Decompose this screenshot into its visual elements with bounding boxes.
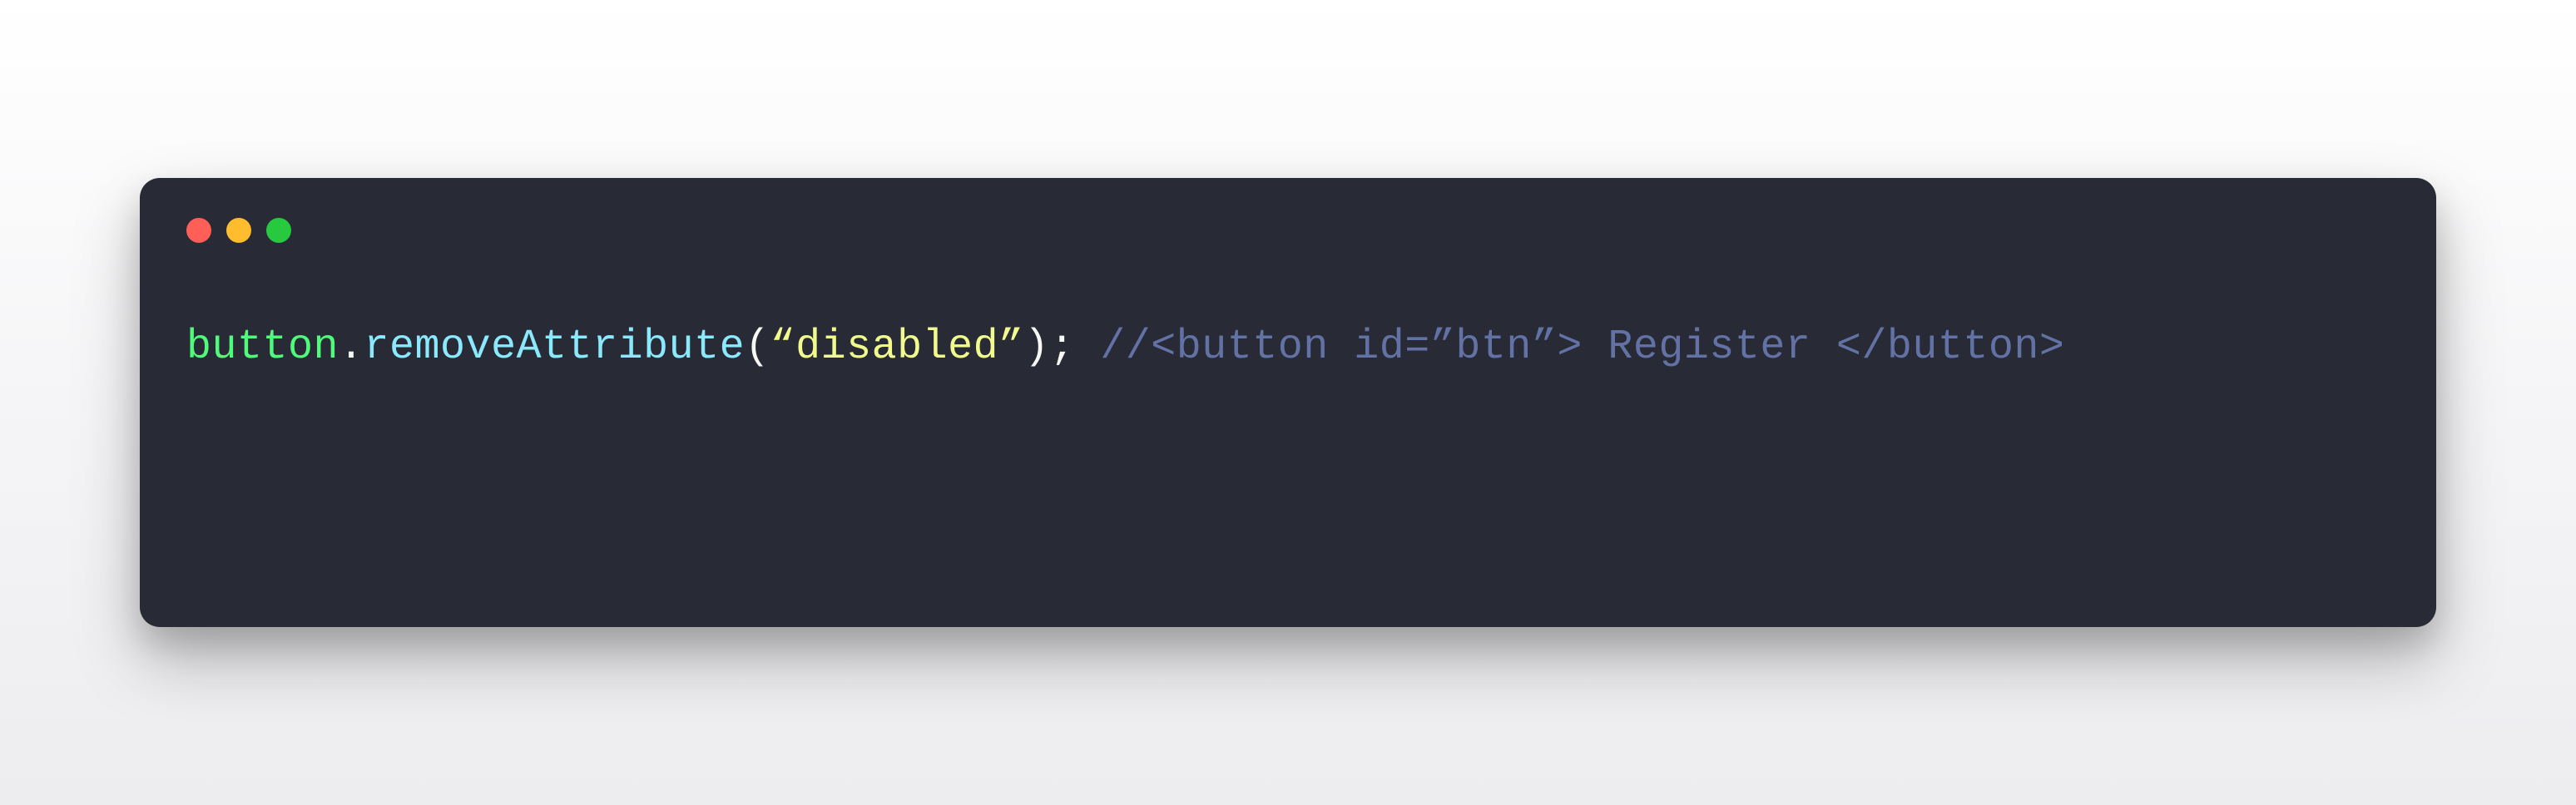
minimize-icon[interactable] xyxy=(226,218,251,243)
code-token-paren-close: ) xyxy=(1024,323,1050,371)
code-token-semicolon: ; xyxy=(1049,323,1075,371)
close-icon[interactable] xyxy=(186,218,211,243)
window-controls xyxy=(186,218,2390,243)
code-content[interactable]: button.removeAttribute(“disabled”); //<b… xyxy=(186,316,2390,378)
code-token-comment: //<button id=”btn”> Register </button> xyxy=(1100,323,2064,371)
code-token-identifier: button xyxy=(186,323,339,371)
code-token-method: removeAttribute xyxy=(364,323,746,371)
code-token-string: “disabled” xyxy=(770,323,1024,371)
code-token-space xyxy=(1075,323,1101,371)
code-token-dot: . xyxy=(339,323,364,371)
code-token-paren-open: ( xyxy=(745,323,770,371)
code-editor-window: button.removeAttribute(“disabled”); //<b… xyxy=(140,178,2436,627)
maximize-icon[interactable] xyxy=(266,218,291,243)
